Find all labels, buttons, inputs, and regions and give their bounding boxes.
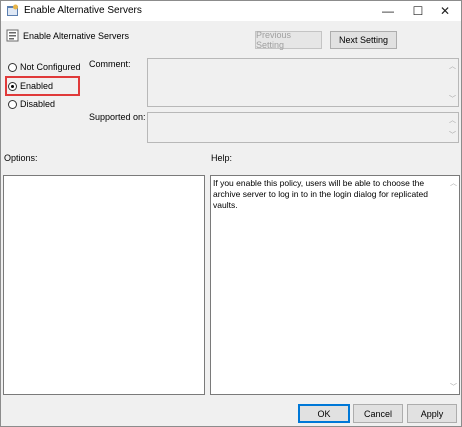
radio-label: Enabled: [20, 81, 54, 91]
scroll-up-icon[interactable]: ︿: [450, 178, 457, 188]
help-label: Help:: [211, 153, 233, 163]
cancel-button[interactable]: Cancel: [353, 404, 403, 423]
apply-button[interactable]: Apply: [407, 404, 457, 423]
setting-icon: [6, 29, 19, 42]
comment-field[interactable]: ︿ ﹀: [147, 58, 459, 107]
radio-disabled[interactable]: Disabled: [8, 99, 55, 109]
options-label: Options:: [4, 153, 38, 163]
previous-setting-button[interactable]: Previous Setting: [255, 30, 322, 50]
radio-circle-selected: [8, 81, 17, 91]
options-pane: [3, 175, 205, 395]
window-title: Enable Alternative Servers: [24, 5, 142, 16]
supported-on-label: Supported on:: [89, 112, 146, 122]
radio-circle: [8, 99, 17, 109]
scroll-down-icon[interactable]: ﹀: [449, 94, 456, 104]
scroll-down-icon[interactable]: ﹀: [449, 130, 456, 140]
radio-label: Not Configured: [20, 62, 81, 72]
setting-title: Enable Alternative Servers: [23, 31, 130, 41]
radio-not-configured[interactable]: Not Configured: [8, 62, 81, 72]
radio-enabled[interactable]: Enabled: [8, 81, 53, 91]
radio-label: Disabled: [20, 99, 56, 109]
close-button[interactable]: ✕: [428, 1, 462, 21]
radio-circle: [8, 62, 17, 72]
help-text: If you enable this policy, users will be…: [213, 178, 428, 210]
scroll-up-icon[interactable]: ︿: [449, 61, 456, 71]
minimize-button[interactable]: —: [371, 1, 405, 21]
scroll-up-icon[interactable]: ︿: [449, 115, 456, 125]
comment-label: Comment:: [89, 59, 131, 69]
policy-dialog-window: Enable Alternative Servers — ☐ ✕ Enable …: [0, 0, 462, 427]
policy-app-icon: [7, 4, 18, 16]
scroll-down-icon[interactable]: ﹀: [450, 382, 457, 392]
supported-on-field: ︿ ﹀: [147, 112, 459, 143]
title-bar: Enable Alternative Servers — ☐ ✕: [1, 1, 461, 21]
ok-button[interactable]: OK: [298, 404, 350, 423]
next-setting-button[interactable]: Next Setting: [330, 31, 397, 49]
